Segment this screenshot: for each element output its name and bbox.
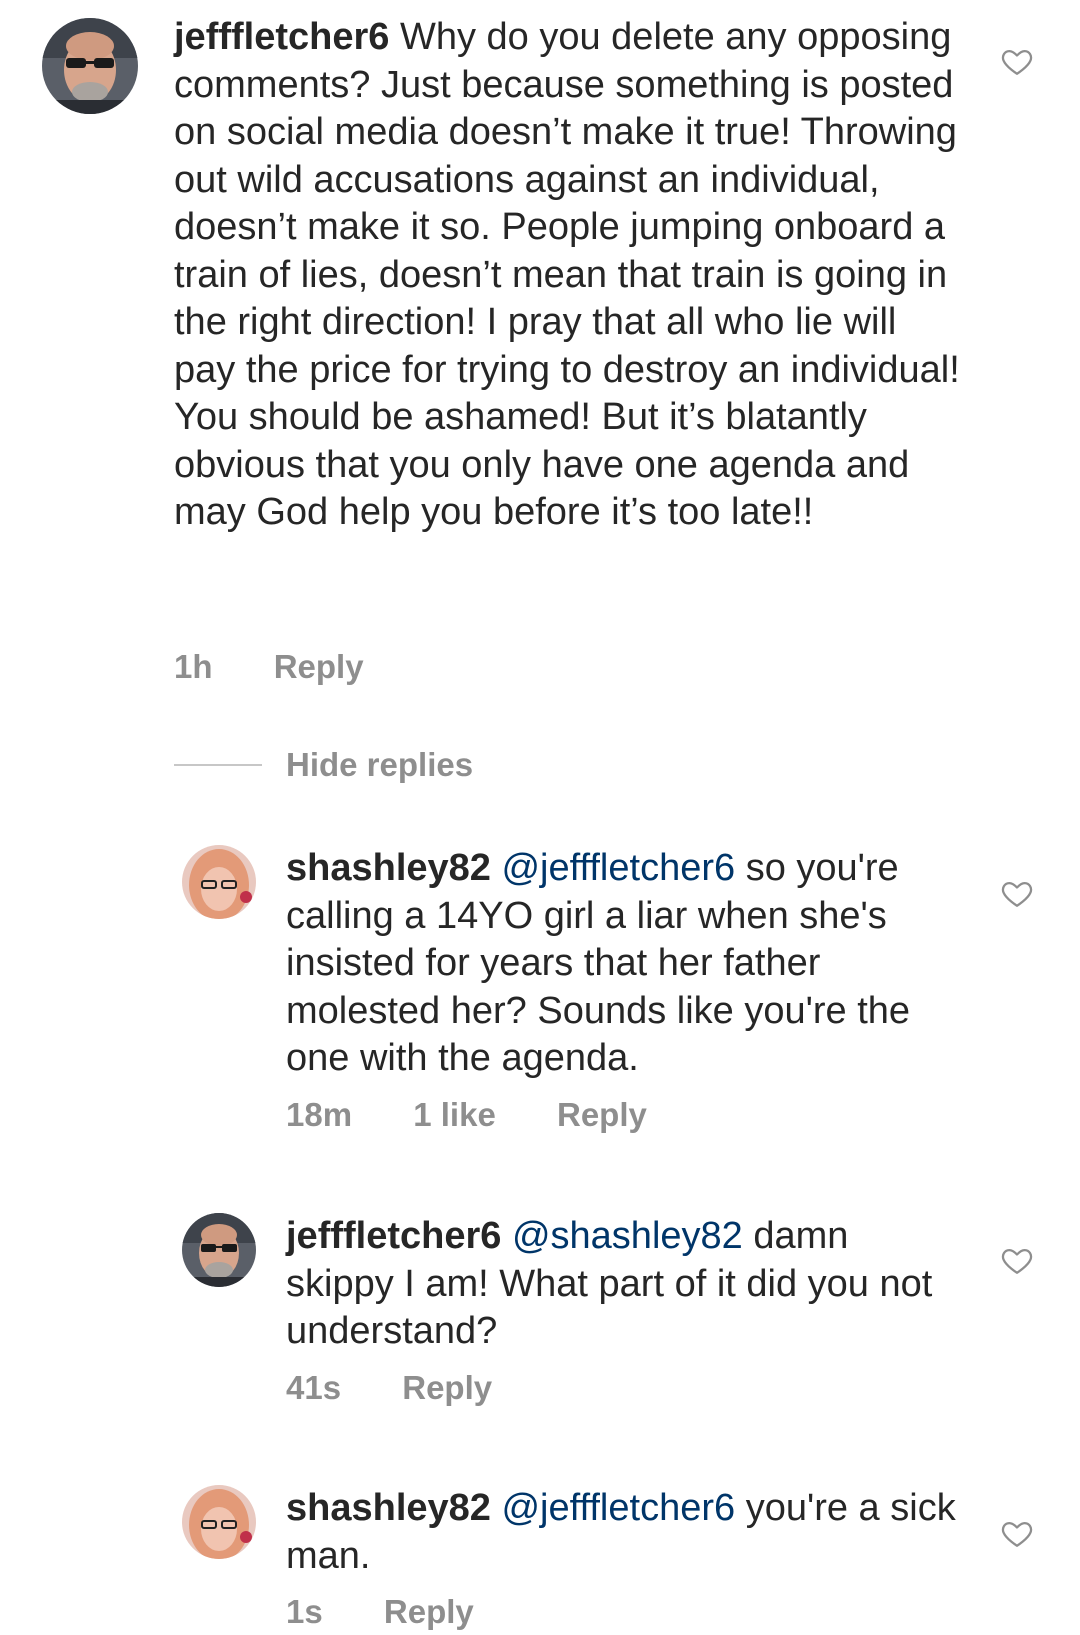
reply-meta: 1s Reply [286, 1593, 474, 1631]
reply-button[interactable]: Reply [402, 1369, 492, 1407]
woman-with-glasses-avatar-icon [182, 845, 256, 919]
like-button[interactable] [1000, 44, 1034, 78]
like-button[interactable] [1000, 876, 1034, 910]
divider-line [174, 764, 262, 766]
like-button[interactable] [1000, 1516, 1034, 1550]
reply-username[interactable]: shashley82 [286, 1487, 491, 1529]
reply-button[interactable]: Reply [557, 1096, 647, 1134]
heart-outline-icon [1001, 49, 1033, 75]
comment-meta: 1h Reply [174, 648, 364, 686]
avatar[interactable] [182, 1213, 256, 1287]
reply-meta: 41s Reply [286, 1369, 492, 1407]
comment-item: jefffletcher6 Why do you delete any oppo… [0, 0, 1080, 700]
heart-outline-icon [1001, 881, 1033, 907]
avatar[interactable] [182, 1485, 256, 1559]
reply-mention[interactable]: @jefffletcher6 [501, 847, 735, 889]
likes-count[interactable]: 1 like [413, 1096, 496, 1134]
avatar[interactable] [182, 845, 256, 919]
heart-outline-icon [1001, 1521, 1033, 1547]
woman-with-glasses-avatar-icon [182, 1485, 256, 1559]
reply-button[interactable]: Reply [274, 648, 364, 686]
reply-time: 18m [286, 1096, 353, 1133]
reply-username[interactable]: shashley82 [286, 847, 491, 889]
reply-text: jefffletcher6 @shashley82 damn skippy I … [286, 1213, 966, 1356]
man-with-sunglasses-avatar-icon [182, 1213, 256, 1287]
hide-replies-toggle[interactable]: Hide replies [174, 745, 473, 785]
reply-username[interactable]: jefffletcher6 [286, 1215, 501, 1257]
reply-time: 1s [286, 1593, 323, 1630]
hide-replies-label: Hide replies [286, 746, 474, 783]
reply-text: shashley82 @jefffletcher6 you're a sick … [286, 1485, 966, 1580]
reply-mention[interactable]: @shashley82 [512, 1215, 743, 1257]
reply-time: 41s [286, 1369, 342, 1406]
reply-button[interactable]: Reply [384, 1593, 474, 1631]
comment-username[interactable]: jefffletcher6 [174, 16, 389, 58]
like-button[interactable] [1000, 1243, 1034, 1277]
comment-time: 1h [174, 648, 213, 685]
reply-mention[interactable]: @jefffletcher6 [501, 1487, 735, 1529]
reply-meta: 18m 1 like Reply [286, 1096, 647, 1134]
comment-body: Why do you delete any opposing comments?… [174, 16, 960, 533]
reply-text: shashley82 @jefffletcher6 so you're call… [286, 845, 966, 1083]
avatar[interactable] [42, 18, 138, 114]
comment-text: jefffletcher6 Why do you delete any oppo… [174, 14, 964, 537]
man-with-sunglasses-avatar-icon [42, 18, 138, 114]
heart-outline-icon [1001, 1248, 1033, 1274]
